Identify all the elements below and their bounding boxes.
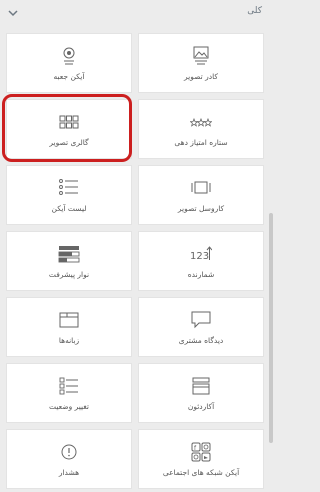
testimonial-icon bbox=[191, 311, 211, 329]
counter-icon: 123 bbox=[190, 246, 212, 262]
widget-counter[interactable]: 123 شمارنده bbox=[138, 231, 264, 291]
scrollbar[interactable] bbox=[268, 28, 274, 492]
widget-label: آیکن جعبه bbox=[53, 72, 85, 81]
alert-icon bbox=[61, 444, 77, 460]
carousel-icon bbox=[191, 181, 211, 194]
widget-grid: آیکن جعبه کادر تصویر گالری تصویر ستاره ا… bbox=[6, 33, 264, 489]
widget-label: کادر تصویر bbox=[184, 72, 218, 81]
svg-text:123: 123 bbox=[190, 251, 209, 262]
accordion-icon bbox=[192, 377, 210, 395]
widget-label: آیکن شبکه های اجتماعی bbox=[162, 468, 240, 477]
progress-bar-icon bbox=[58, 246, 80, 263]
widget-toggle[interactable]: تغییر وضعیت bbox=[6, 363, 132, 423]
widget-label: تغییر وضعیت bbox=[49, 402, 89, 411]
widget-alert[interactable]: هشدار bbox=[6, 429, 132, 489]
star-rating-icon bbox=[190, 117, 212, 127]
widget-tabs[interactable]: زبانه‌ها bbox=[6, 297, 132, 357]
widget-label: شمارنده bbox=[187, 270, 215, 279]
widget-icon-box[interactable]: آیکن جعبه bbox=[6, 33, 132, 93]
widget-label: دیدگاه مشتری bbox=[178, 336, 224, 345]
widget-label: ستاره امتیاز دهی bbox=[174, 138, 228, 147]
widget-testimonial[interactable]: دیدگاه مشتری bbox=[138, 297, 264, 357]
widget-image-gallery[interactable]: گالری تصویر bbox=[6, 99, 132, 159]
chevron-down-icon[interactable] bbox=[6, 6, 20, 20]
social-icons-icon: f bbox=[191, 442, 211, 462]
tabs-icon bbox=[59, 312, 79, 328]
widget-label: آکاردئون bbox=[187, 402, 215, 411]
widget-image-carousel[interactable]: کاروسل تصویر bbox=[138, 165, 264, 225]
gallery-grid-icon bbox=[59, 115, 79, 129]
widget-label: گالری تصویر bbox=[49, 138, 89, 147]
widget-label: لیست آیکن bbox=[51, 204, 87, 213]
widget-accordion[interactable]: آکاردئون bbox=[138, 363, 264, 423]
scrollbar-thumb[interactable] bbox=[269, 213, 273, 443]
widget-image-box[interactable]: کادر تصویر bbox=[138, 33, 264, 93]
widget-category-header[interactable]: کلی bbox=[0, 0, 274, 28]
widget-label: زبانه‌ها bbox=[58, 336, 80, 345]
widget-icon-list[interactable]: لیست آیکن bbox=[6, 165, 132, 225]
icon-list-icon bbox=[59, 179, 78, 195]
widget-label: کاروسل تصویر bbox=[177, 204, 225, 213]
widget-social-icons[interactable]: f آیکن شبکه های اجتماعی bbox=[138, 429, 264, 489]
widget-label: هشدار bbox=[58, 468, 80, 477]
toggle-icon bbox=[59, 377, 78, 395]
image-box-icon bbox=[193, 46, 209, 65]
category-title: کلی bbox=[247, 6, 262, 16]
widget-progress-bar[interactable]: نوار پیشرفت bbox=[6, 231, 132, 291]
widget-star-rating[interactable]: ستاره امتیاز دهی bbox=[138, 99, 264, 159]
widget-label: نوار پیشرفت bbox=[48, 270, 90, 279]
icon-box-icon bbox=[63, 47, 75, 65]
